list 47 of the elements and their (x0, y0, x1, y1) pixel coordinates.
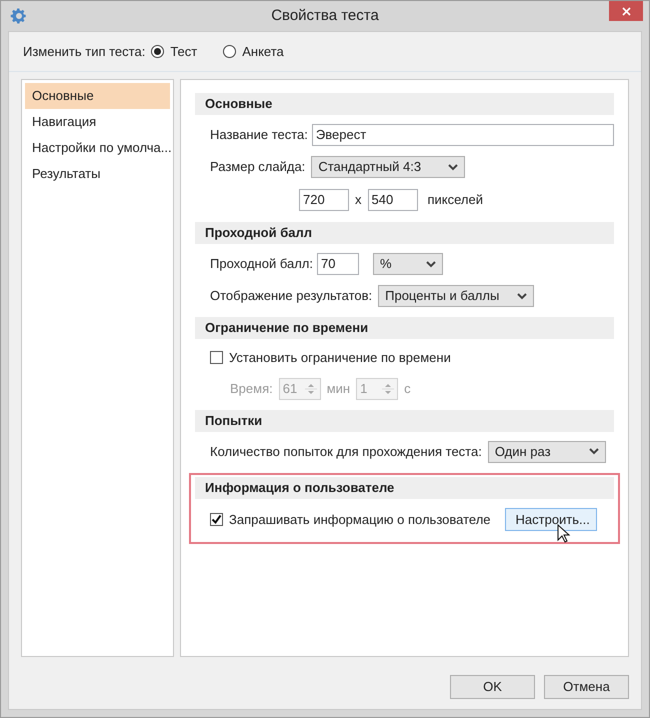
dropdown[interactable]: Один раз (488, 440, 606, 462)
configure-button[interactable]: Настроить... (504, 508, 597, 531)
text-field[interactable]: 720 (299, 189, 349, 211)
checkbox[interactable] (210, 513, 223, 526)
dropdown[interactable]: Проценты и баллы (378, 285, 534, 307)
close-button[interactable] (609, 1, 643, 21)
checkbox[interactable] (210, 351, 223, 364)
radio-label: Тест (170, 42, 198, 61)
field-label: Название теста: (210, 126, 308, 144)
field-label: пикселей (428, 192, 484, 207)
window-title: Свойства теста (270, 6, 380, 26)
chevron-down-icon (426, 260, 436, 268)
sidebar-item[interactable]: Основные (25, 83, 170, 109)
field-label: Установить ограничение по времени (229, 349, 451, 367)
chevron-down-icon (588, 448, 599, 455)
section-header: Основные (195, 93, 614, 115)
radio-button[interactable] (151, 45, 164, 58)
section-header: Информация о пользователе (195, 476, 614, 498)
text-field[interactable]: Эверест (312, 124, 614, 146)
radio-label: Анкета (242, 42, 284, 61)
sidebar-item[interactable]: Навигация (25, 109, 170, 135)
sidebar-item[interactable]: Настройки по умолча... (25, 135, 170, 161)
dropdown[interactable]: Стандартный 4:3 (311, 156, 466, 178)
section-header: Проходной балл (195, 222, 614, 244)
dropdown[interactable]: % (372, 253, 443, 275)
field-label: Отображение результатов: (210, 287, 372, 306)
gear-icon (10, 7, 28, 25)
text-field[interactable]: 70 (316, 253, 359, 275)
field-label: Проходной балл: (210, 255, 313, 274)
field-label: Количество попыток для прохождения теста: (210, 442, 482, 461)
field-label: x (355, 191, 362, 210)
chevron-down-icon (517, 292, 528, 300)
field-label: Время: (230, 380, 273, 398)
field-label: Запрашивать информацию о пользователе (229, 510, 491, 529)
test-type-label: Изменить тип теста: (23, 42, 146, 61)
radio-button[interactable] (223, 45, 236, 58)
text-field[interactable]: 540 (368, 189, 418, 211)
dialog-button[interactable]: Отмена (544, 675, 629, 699)
field-label: с (404, 380, 411, 398)
chevron-down-icon (448, 164, 458, 170)
field-label: Размер слайда: (210, 158, 306, 176)
section-header: Попытки (195, 410, 614, 432)
dialog-button[interactable]: OK (450, 675, 535, 699)
section-header: Ограничение по времени (195, 317, 614, 339)
close-icon (622, 6, 630, 16)
field-label: мин (326, 380, 350, 398)
sidebar-item[interactable]: Результаты (25, 161, 170, 187)
